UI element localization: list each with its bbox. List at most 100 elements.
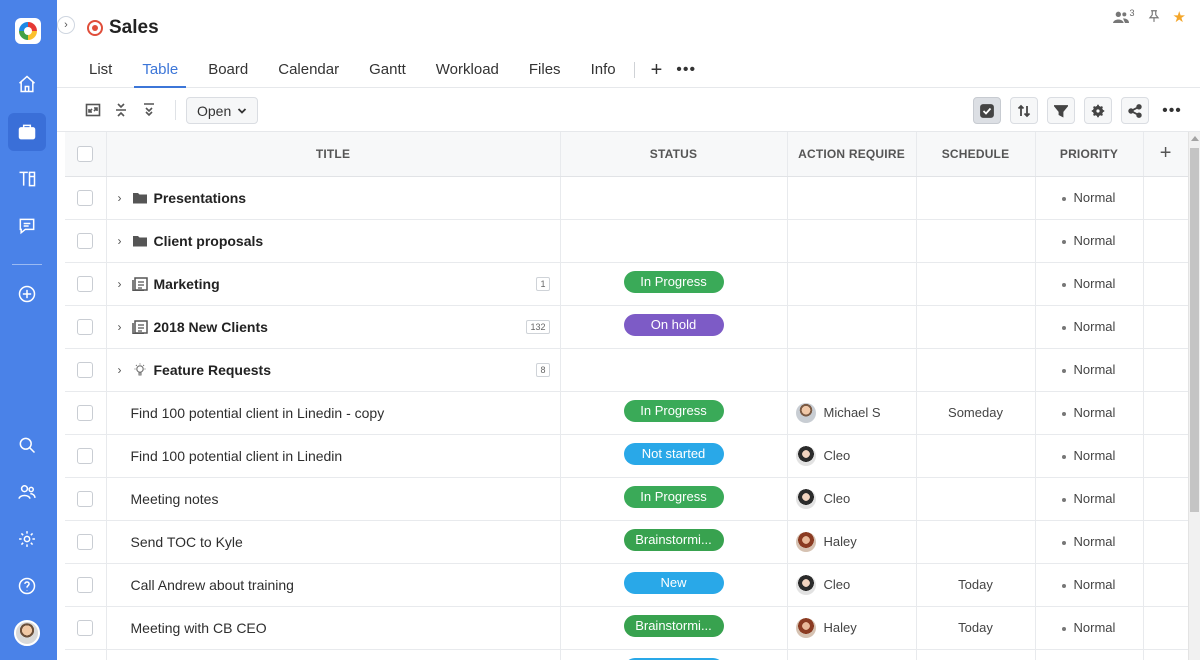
schedule-cell[interactable] [916,219,1036,263]
title-cell[interactable]: Find 100 potential client in Linedin [106,434,561,478]
title-cell[interactable]: Meeting with CB CEO [106,606,561,650]
pin-icon[interactable] [1147,9,1161,26]
title-cell[interactable]: Find 100 potential client in Linedin - c… [106,391,561,435]
sort-button[interactable] [1010,97,1038,124]
status-cell[interactable]: In Progress [560,477,788,521]
row-checkbox[interactable] [77,233,94,250]
action-required-cell[interactable] [787,176,917,220]
scroll-up-icon[interactable] [1191,136,1199,141]
share-button[interactable] [1121,97,1149,124]
status-cell[interactable]: In Progress [560,391,788,435]
title-cell[interactable]: Meeting notes [106,477,561,521]
scrollbar-thumb[interactable] [1190,148,1199,512]
title-cell[interactable]: › Presentations [106,176,561,220]
assignee[interactable]: Cleo [788,574,916,595]
expand-all-icon[interactable] [140,101,158,119]
table-row[interactable]: › Marketing 1 In Progress Normal [65,262,1188,306]
assignee[interactable]: Cleo [788,445,916,466]
table-row[interactable]: Send TOC to Kyle Brainstormi... Haley Norma… [65,520,1188,564]
schedule-cell[interactable] [916,520,1036,564]
expand-chevron-icon[interactable]: › [113,277,127,291]
table-row[interactable]: › Client proposals Normal [65,219,1188,263]
status-cell[interactable]: On hold [560,305,788,349]
row-title[interactable]: Feature Requests [154,362,271,378]
action-required-cell[interactable]: Cleo [787,477,917,521]
templates-icon[interactable] [8,160,46,198]
row-title[interactable]: Meeting with CB CEO [113,620,267,636]
row-checkbox[interactable] [77,577,94,594]
row-title[interactable]: Presentations [154,190,247,206]
table-row[interactable]: Meeting notes In Progress Cleo Normal [65,477,1188,521]
status-cell[interactable] [560,176,788,220]
priority-cell[interactable]: Normal [1035,176,1144,220]
schedule-cell[interactable]: Someday [916,391,1036,435]
row-title[interactable]: Call Andrew about training [113,577,294,593]
row-checkbox[interactable] [77,405,94,422]
priority-cell[interactable]: Normal [1035,219,1144,263]
row-title[interactable]: Marketing [154,276,220,292]
add-column-icon[interactable]: + [1143,132,1188,177]
row-title[interactable]: 2018 New Clients [154,319,268,335]
action-required-cell[interactable]: Haley [787,606,917,650]
status-badge[interactable]: Brainstormi... [623,615,724,637]
status-cell[interactable]: Brainstormi... [560,520,788,564]
status-badge[interactable]: In Progress [623,486,724,508]
expand-chevron-icon[interactable]: › [113,363,127,377]
row-checkbox[interactable] [77,491,94,508]
status-cell[interactable]: In Progress [560,262,788,306]
status-cell[interactable] [560,348,788,392]
row-checkbox[interactable] [77,534,94,551]
schedule-cell[interactable] [916,477,1036,521]
expand-chevron-icon[interactable]: › [113,191,127,205]
users-icon[interactable] [8,473,46,511]
filter-button[interactable] [1047,97,1075,124]
action-required-cell[interactable] [787,348,917,392]
row-title[interactable]: Client proposals [154,233,264,249]
action-required-cell[interactable]: Michael S [787,391,917,435]
schedule-cell[interactable]: Today [916,563,1036,607]
row-title[interactable]: Find 100 potential client in Linedin - c… [113,405,385,421]
add-circle-icon[interactable] [8,275,46,313]
chat-icon[interactable] [8,207,46,245]
priority-cell[interactable]: High [1035,649,1144,660]
status-cell[interactable] [560,219,788,263]
priority-cell[interactable]: Normal [1035,262,1144,306]
show-completed-button[interactable] [973,97,1001,124]
priority-cell[interactable]: Normal [1035,606,1144,650]
title-cell[interactable]: Call Andrew about training [106,563,561,607]
row-checkbox[interactable] [77,448,94,465]
title-cell[interactable]: New proposal template1 [106,649,561,660]
more-views-icon[interactable]: ••• [676,52,696,88]
table-row[interactable]: Call Andrew about training New Cleo Today No… [65,563,1188,607]
help-icon[interactable] [8,567,46,605]
tab-workload[interactable]: Workload [428,52,507,88]
row-checkbox[interactable] [77,276,94,293]
fullscreen-icon[interactable] [84,101,102,119]
tab-board[interactable]: Board [200,52,256,88]
status-badge[interactable]: Not started [623,443,724,465]
assignee[interactable]: Haley [788,531,916,552]
row-checkbox[interactable] [77,620,94,637]
status-badge[interactable]: New [623,572,724,594]
table-row[interactable]: › Presentations Normal [65,176,1188,220]
tab-gantt[interactable]: Gantt [361,52,414,88]
schedule-cell[interactable] [916,262,1036,306]
assignee[interactable]: Haley [788,617,916,638]
settings-icon[interactable] [8,520,46,558]
priority-cell[interactable]: Normal [1035,434,1144,478]
members-button[interactable]: 3 [1112,8,1135,24]
priority-cell[interactable]: Normal [1035,520,1144,564]
row-title[interactable]: Meeting notes [113,491,219,507]
expand-chevron-icon[interactable]: › [113,234,127,248]
status-cell[interactable]: New [560,563,788,607]
status-filter-select[interactable]: Open [186,97,259,124]
status-cell[interactable]: Not started [560,434,788,478]
table-row[interactable]: Find 100 potential client in Linedin - c… [65,391,1188,435]
priority-cell[interactable]: Normal [1035,477,1144,521]
column-header-schedule[interactable]: SCHEDULE [916,132,1036,177]
tab-info[interactable]: Info [583,52,624,88]
schedule-cell[interactable] [916,434,1036,478]
search-icon[interactable] [8,426,46,464]
row-checkbox[interactable] [77,319,94,336]
status-badge[interactable]: In Progress [623,271,724,293]
